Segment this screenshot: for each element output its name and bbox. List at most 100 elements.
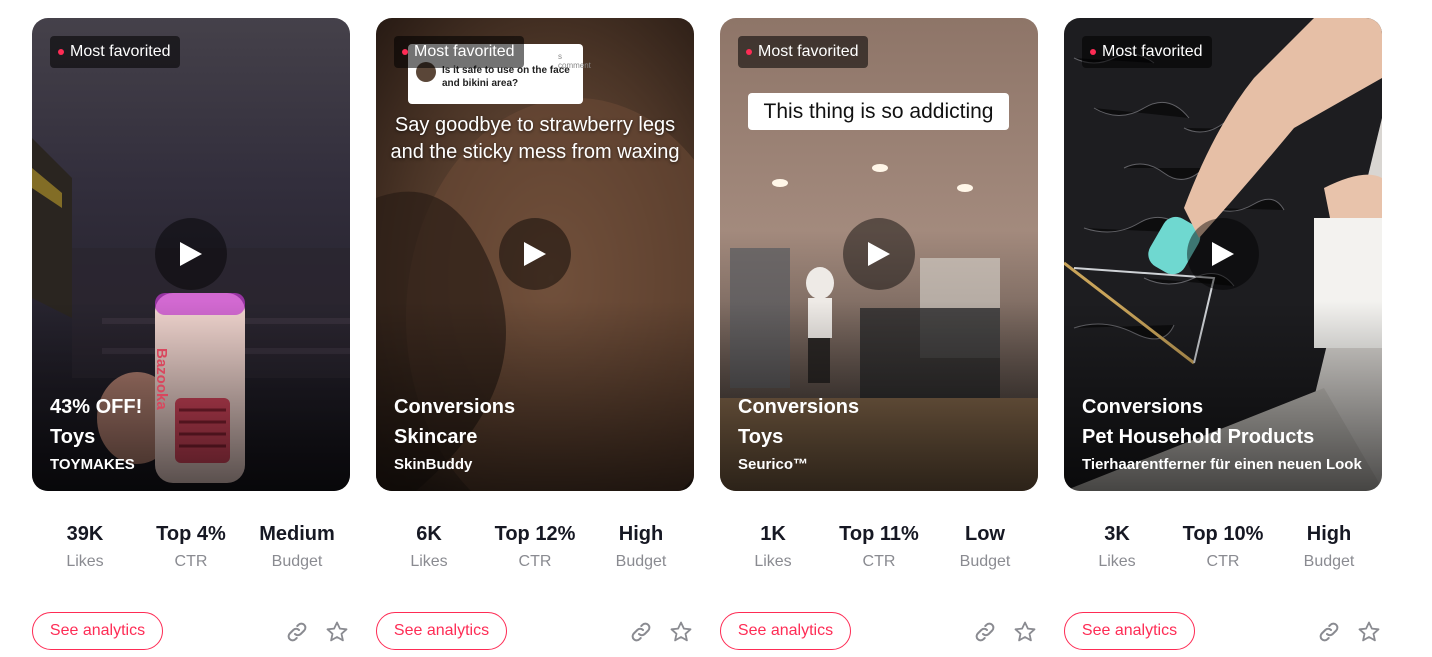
brand-name: Tierhaarentferner für einen neuen Look <box>1082 456 1362 473</box>
see-analytics-button[interactable]: See analytics <box>720 612 851 650</box>
link-icon <box>287 622 307 642</box>
stat-value: 1K <box>760 523 786 545</box>
most-favorited-badge: Most favorited <box>394 36 525 68</box>
stat-value: Top 11% <box>839 523 919 545</box>
dot-icon <box>746 49 752 55</box>
creative-card-grid: Bazooka Most favorited 43% OFF! Toys TOY… <box>0 0 1432 657</box>
star-icon <box>1014 621 1036 642</box>
stat-likes: 1K Likes <box>720 521 826 574</box>
stat-ctr: Top 11% CTR <box>826 521 932 574</box>
stat-value: Low <box>965 523 1005 545</box>
favorite-button[interactable] <box>324 619 350 645</box>
card-caption: Conversions Toys Seurico™ <box>738 392 1020 476</box>
stat-value: Medium <box>259 523 335 545</box>
creative-card: Most favorited Conversions Pet Household… <box>1064 18 1382 652</box>
stat-value: Top 4% <box>156 523 226 545</box>
copy-link-button[interactable] <box>1316 619 1342 645</box>
stat-likes: 6K Likes <box>376 521 482 574</box>
favorite-button[interactable] <box>1356 619 1382 645</box>
stat-label: CTR <box>1206 553 1240 570</box>
caption-line-2: Pet Household Products <box>1082 426 1315 448</box>
badge-label: Most favorited <box>758 43 859 60</box>
link-icon <box>975 622 995 642</box>
card-caption: 43% OFF! Toys TOYMAKES <box>50 392 332 476</box>
play-icon <box>868 242 890 266</box>
card-actions: See analytics <box>720 612 1038 652</box>
copy-link-button[interactable] <box>284 619 310 645</box>
video-thumbnail[interactable]: This thing is so addicting Most favorite… <box>720 18 1038 491</box>
card-stats: 39K Likes Top 4% CTR Medium Budget <box>32 521 350 574</box>
stat-budget: High Budget <box>1276 521 1382 574</box>
stat-label: Likes <box>66 553 104 570</box>
card-caption: Conversions Pet Household Products Tierh… <box>1082 392 1364 476</box>
card-caption: Conversions Skincare SkinBuddy <box>394 392 676 476</box>
favorite-button[interactable] <box>668 619 694 645</box>
stat-value: High <box>618 523 664 545</box>
play-button[interactable] <box>1187 218 1259 290</box>
stat-label: Likes <box>410 553 448 570</box>
copy-link-button[interactable] <box>972 619 998 645</box>
favorite-button[interactable] <box>1012 619 1038 645</box>
link-icon <box>631 622 651 642</box>
badge-label: Most favorited <box>414 43 515 60</box>
stat-ctr: Top 12% CTR <box>482 521 588 574</box>
link-icon <box>1319 622 1339 642</box>
stat-label: CTR <box>862 553 896 570</box>
stat-value: Top 10% <box>1182 523 1264 545</box>
see-analytics-button[interactable]: See analytics <box>1064 612 1195 650</box>
stat-ctr: Top 4% CTR <box>138 521 244 574</box>
see-analytics-button[interactable]: See analytics <box>32 612 163 650</box>
stat-likes: 39K Likes <box>32 521 138 574</box>
caption-line-2: Skincare <box>394 426 478 448</box>
stat-value: High <box>1306 523 1352 545</box>
stat-value: Top 12% <box>494 523 576 545</box>
caption-line-2: Toys <box>738 426 784 448</box>
video-thumbnail[interactable]: s comment Is it safe to use on the face … <box>376 18 694 491</box>
star-icon <box>670 621 692 642</box>
play-icon <box>524 242 546 266</box>
dot-icon <box>58 49 64 55</box>
stat-budget: Medium Budget <box>244 521 350 574</box>
caption-line-1: 43% OFF! <box>50 396 143 418</box>
stat-budget: Low Budget <box>932 521 1038 574</box>
caption-line-2: Toys <box>50 426 96 448</box>
stat-value: 3K <box>1104 523 1130 545</box>
stat-label: Budget <box>959 553 1011 570</box>
video-thumbnail[interactable]: Bazooka Most favorited 43% OFF! Toys TOY… <box>32 18 350 491</box>
card-stats: 6K Likes Top 12% CTR High Budget <box>376 521 694 574</box>
creative-card: This thing is so addicting Most favorite… <box>720 18 1038 652</box>
stat-value: 6K <box>416 523 442 545</box>
stat-label: Likes <box>1098 553 1136 570</box>
copy-link-button[interactable] <box>628 619 654 645</box>
dot-icon <box>402 49 408 55</box>
play-icon <box>180 242 202 266</box>
stat-likes: 3K Likes <box>1064 521 1170 574</box>
brand-name: Seurico™ <box>738 456 809 473</box>
brand-name: TOYMAKES <box>50 456 135 473</box>
star-icon <box>326 621 348 642</box>
badge-label: Most favorited <box>1102 43 1203 60</box>
play-button[interactable] <box>155 218 227 290</box>
brand-name: SkinBuddy <box>394 456 473 473</box>
video-thumbnail[interactable]: Most favorited Conversions Pet Household… <box>1064 18 1382 491</box>
stat-label: Likes <box>754 553 792 570</box>
card-actions: See analytics <box>1064 612 1382 652</box>
creative-card: Bazooka Most favorited 43% OFF! Toys TOY… <box>32 18 350 652</box>
see-analytics-button[interactable]: See analytics <box>376 612 507 650</box>
stat-label: Budget <box>271 553 323 570</box>
stat-budget: High Budget <box>588 521 694 574</box>
card-stats: 3K Likes Top 10% CTR High Budget <box>1064 521 1382 574</box>
most-favorited-badge: Most favorited <box>50 36 181 68</box>
creative-card: s comment Is it safe to use on the face … <box>376 18 694 652</box>
stat-label: Budget <box>615 553 667 570</box>
stat-value: 39K <box>66 523 104 545</box>
dot-icon <box>1090 49 1096 55</box>
badge-label: Most favorited <box>70 43 171 60</box>
stat-label: CTR <box>174 553 208 570</box>
play-button[interactable] <box>843 218 915 290</box>
caption-line-1: Conversions <box>394 396 516 418</box>
most-favorited-badge: Most favorited <box>738 36 869 68</box>
play-button[interactable] <box>499 218 571 290</box>
card-actions: See analytics <box>32 612 350 652</box>
star-icon <box>1358 621 1380 642</box>
